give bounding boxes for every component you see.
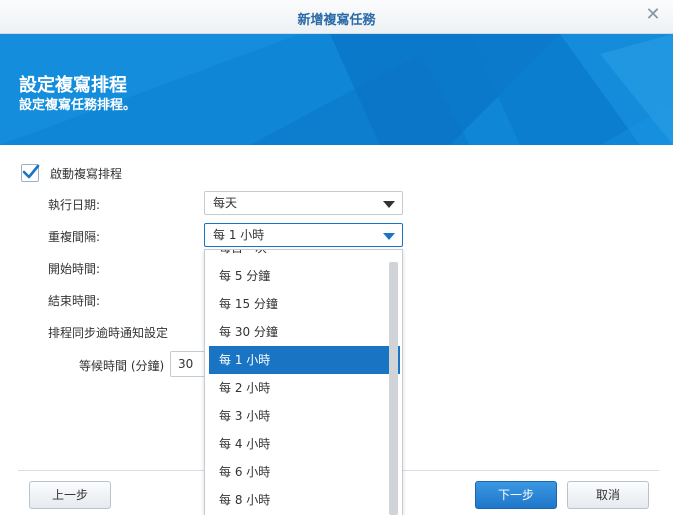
dropdown-option[interactable]: 每 6 小時 — [209, 458, 400, 486]
dropdown-option[interactable]: 每 5 分鐘 — [209, 262, 400, 290]
overdue-notify-label: 排程同步逾時通知設定 — [48, 326, 169, 340]
dropdown-option[interactable]: 每 4 小時 — [209, 430, 400, 458]
run-date-value: 每天 — [213, 196, 238, 210]
repeat-interval-label: 重複間隔: — [48, 230, 101, 244]
close-icon[interactable]: ✕ — [643, 5, 663, 25]
repeat-interval-dropdown[interactable]: 每日一次每 5 分鐘每 15 分鐘每 30 分鐘每 1 小時每 2 小時每 3 … — [204, 249, 403, 515]
dialog-titlebar: 新增複寫任務 ✕ — [0, 0, 673, 34]
dropdown-option[interactable]: 每 8 小時 — [209, 486, 400, 514]
dropdown-option[interactable]: 每 30 分鐘 — [209, 318, 400, 346]
header-banner: 設定複寫排程 設定複寫任務排程。 — [0, 34, 673, 145]
back-button[interactable]: 上一步 — [29, 481, 111, 509]
dropdown-option[interactable]: 每 3 小時 — [209, 402, 400, 430]
enable-schedule-checkbox[interactable] — [21, 164, 40, 182]
next-button[interactable]: 下一步 — [475, 481, 557, 509]
enable-schedule-label: 啟動複寫排程 — [50, 166, 123, 181]
repeat-interval-value: 每 1 小時 — [213, 228, 265, 242]
run-date-select[interactable]: 每天 — [204, 191, 403, 215]
end-time-label: 結束時間: — [48, 294, 101, 308]
banner-subheading: 設定複寫任務排程。 — [19, 98, 137, 113]
run-date-label: 執行日期: — [48, 198, 101, 212]
enable-schedule-row[interactable]: 啟動複寫排程 — [21, 163, 122, 183]
chevron-down-icon — [383, 233, 395, 240]
dropdown-option[interactable]: 每 15 分鐘 — [209, 290, 400, 318]
cancel-button[interactable]: 取消 — [567, 481, 649, 509]
wait-time-label: 等候時間 (分鐘) — [79, 359, 165, 373]
checkmark-icon — [22, 164, 40, 179]
dropdown-scrollbar[interactable] — [389, 262, 398, 515]
dropdown-option[interactable]: 每日一次 — [209, 250, 400, 262]
dropdown-option[interactable]: 每 2 小時 — [209, 374, 400, 402]
chevron-down-icon — [383, 201, 395, 208]
start-time-label: 開始時間: — [48, 262, 101, 276]
repeat-interval-select[interactable]: 每 1 小時 — [204, 223, 403, 247]
dialog-title: 新增複寫任務 — [297, 13, 376, 28]
dropdown-list: 每日一次每 5 分鐘每 15 分鐘每 30 分鐘每 1 小時每 2 小時每 3 … — [209, 250, 400, 514]
dropdown-option[interactable]: 每 1 小時 — [209, 346, 400, 374]
